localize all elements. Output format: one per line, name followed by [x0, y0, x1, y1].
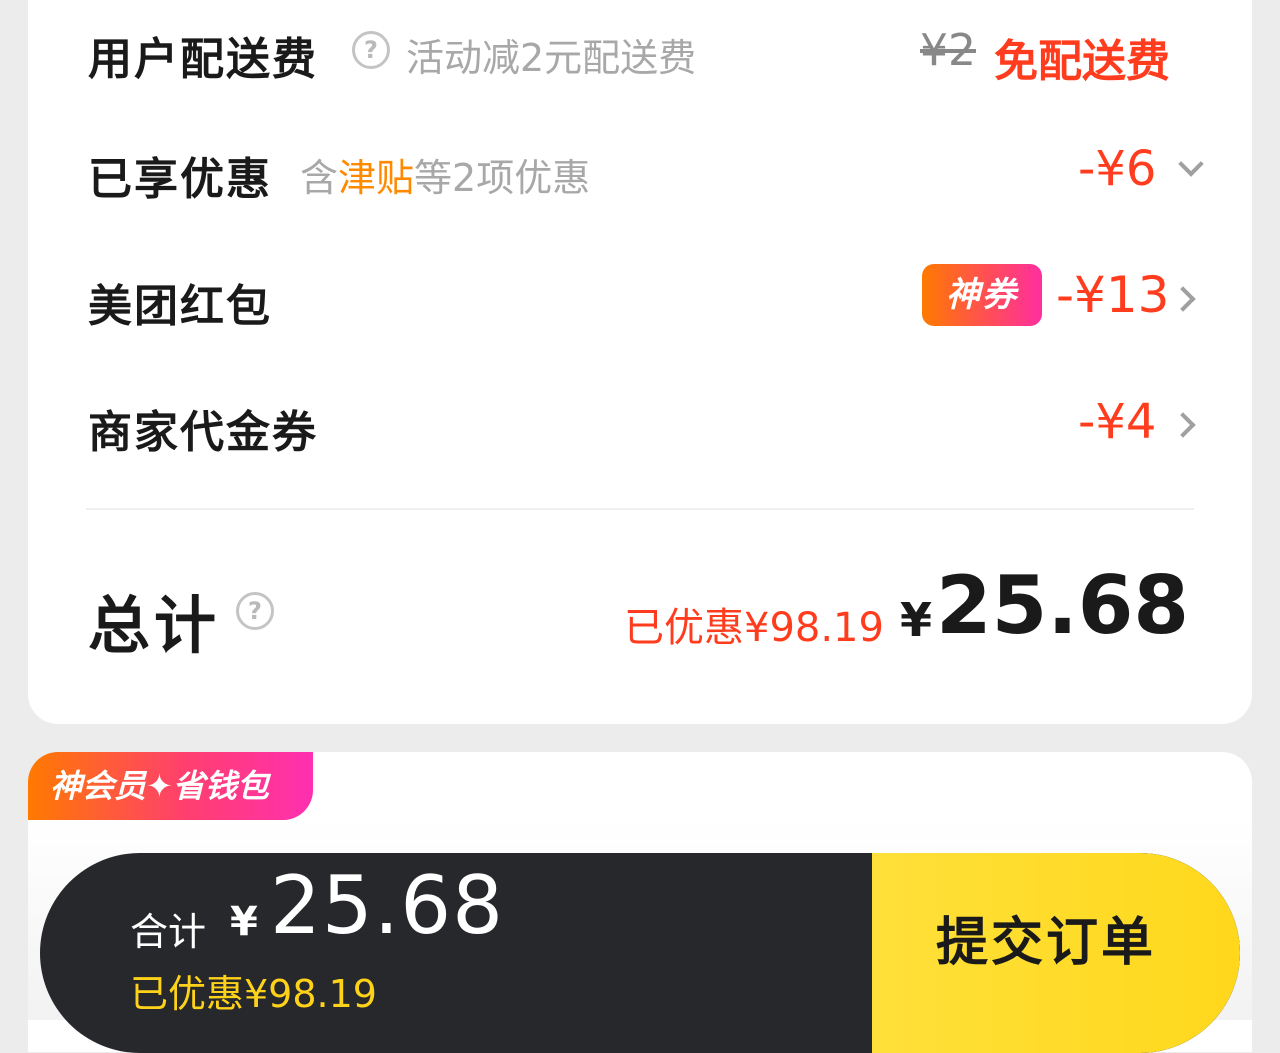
- checkout-total-label: 合计: [130, 910, 207, 954]
- red-packet-label: 美团红包: [88, 281, 272, 332]
- shen-coupon-badge: 神券: [922, 264, 1042, 326]
- chevron-right-icon[interactable]: [1170, 286, 1196, 312]
- help-circle-icon[interactable]: ?: [236, 592, 274, 630]
- red-packet-value: -¥13: [1056, 266, 1170, 324]
- checkout-currency: ¥: [230, 899, 258, 945]
- discounts-note-suffix: 等2项优惠: [414, 156, 591, 200]
- merchant-voucher-row[interactable]: 商家代金券 -¥4: [88, 378, 1198, 468]
- total-amount: 25.68: [936, 559, 1190, 652]
- discounts-row[interactable]: 已享优惠 含津贴等2项优惠 -¥6: [88, 125, 1204, 215]
- checkout-amount: 25.68: [270, 859, 505, 952]
- help-circle-icon[interactable]: ?: [352, 31, 390, 69]
- delivery-fee-label: 用户配送费: [88, 34, 318, 85]
- delivery-fee-row: 用户配送费 ? 活动减2元配送费 ¥2 免配送费: [88, 5, 1198, 95]
- discounts-note-prefix: 含: [300, 156, 339, 200]
- discounts-note: 含津贴等2项优惠: [300, 147, 590, 202]
- delivery-free-label: 免配送费: [994, 36, 1170, 87]
- discounts-note-highlight: 津贴: [338, 156, 415, 200]
- total-row: 总计 ? 已优惠¥98.19 ¥ 25.68: [88, 559, 1198, 665]
- submit-order-button[interactable]: 提交订单: [872, 853, 1240, 1053]
- delivery-original-price: ¥2: [920, 25, 976, 76]
- member-savings-tag[interactable]: 神会员✦省钱包: [28, 752, 313, 820]
- discounts-value: -¥6: [1078, 141, 1157, 197]
- discounts-label: 已享优惠: [88, 154, 272, 205]
- merchant-voucher-label: 商家代金券: [88, 407, 318, 458]
- checkout-saved-text: 已优惠¥98.19: [130, 972, 377, 1016]
- checkout-bar: 合计 ¥ 25.68 已优惠¥98.19 提交订单: [40, 853, 1240, 1053]
- total-label: 总计: [88, 589, 221, 662]
- chevron-right-icon[interactable]: [1170, 412, 1196, 438]
- merchant-voucher-value: -¥4: [1078, 394, 1157, 450]
- total-currency: ¥: [900, 593, 933, 647]
- delivery-fee-note: 活动减2元配送费: [406, 36, 697, 80]
- divider: [86, 508, 1194, 510]
- total-saved-text: 已优惠¥98.19: [624, 605, 884, 651]
